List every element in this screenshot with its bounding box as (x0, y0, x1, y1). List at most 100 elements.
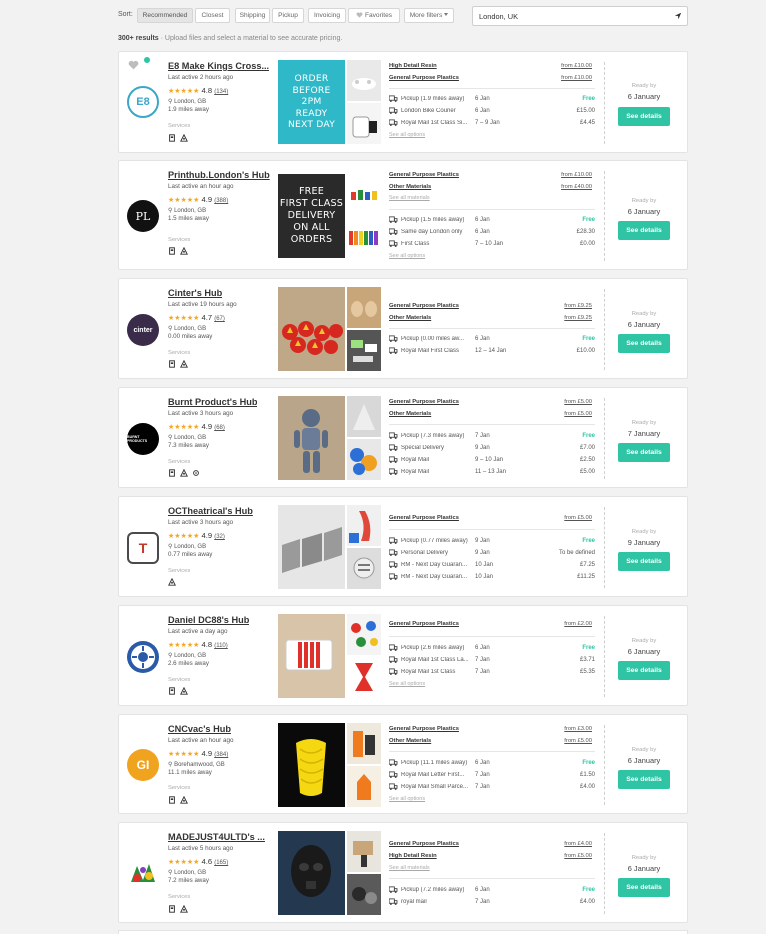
hub-photo-thumb[interactable] (347, 396, 381, 437)
hub-photo-thumb[interactable] (347, 723, 381, 764)
material-link[interactable]: High Detail Resin (389, 63, 437, 69)
more-filters-button[interactable]: More filters (404, 8, 454, 23)
material-link[interactable]: General Purpose Plastics (389, 303, 459, 309)
see-details-button[interactable]: See details (618, 221, 670, 240)
hub-name-link[interactable]: CNCvac's Hub (168, 724, 231, 734)
material-link[interactable]: General Purpose Plastics (389, 172, 459, 178)
material-link[interactable]: Other Materials (389, 411, 431, 417)
material-link[interactable]: General Purpose Plastics (389, 75, 459, 81)
hub-photo-thumb[interactable] (347, 614, 381, 655)
see-all-materials-link[interactable]: See all materials (389, 865, 430, 871)
see-details-button[interactable]: See details (618, 661, 670, 680)
see-details-button[interactable]: See details (618, 878, 670, 897)
hub-name-link[interactable]: Printhub.London's Hub (168, 170, 270, 180)
material-link[interactable]: General Purpose Plastics (389, 726, 459, 732)
ready-date: 6 January (627, 864, 661, 873)
hub-logo[interactable]: T (127, 532, 159, 564)
hub-photo-thumb[interactable] (347, 548, 381, 589)
material-link[interactable]: Other Materials (389, 738, 431, 744)
material-link[interactable]: General Purpose Plastics (389, 621, 459, 627)
see-details-button[interactable]: See details (618, 770, 670, 789)
more-filters-label: More filters (409, 12, 443, 19)
promo-line: DELIVERY (287, 209, 336, 221)
hub-logo[interactable]: PL (127, 200, 159, 232)
hub-photo-main[interactable] (278, 831, 345, 915)
see-all-materials-link[interactable]: See all materials (389, 195, 430, 201)
see-details-button[interactable]: See details (618, 443, 670, 462)
material-link[interactable]: High Detail Resin (389, 853, 437, 859)
hub-photo-main[interactable] (278, 614, 345, 698)
material-link[interactable]: General Purpose Plastics (389, 841, 459, 847)
assembly-icon (180, 247, 188, 255)
hub-photo-main[interactable]: ORDER BEFORE 2PM READY NEXT DAY (278, 60, 345, 144)
hub-photo-main[interactable] (278, 287, 345, 371)
ready-by-label: Ready by (631, 198, 657, 204)
hub-name-link[interactable]: MADEJUST4ULTD's ... (168, 832, 265, 842)
material-link[interactable]: Other Materials (389, 184, 431, 190)
hub-logo[interactable] (127, 641, 159, 673)
review-count-link[interactable]: (67) (214, 316, 225, 322)
sort-closest-button[interactable]: Closest (195, 8, 230, 23)
see-details-button[interactable]: See details (618, 334, 670, 353)
see-details-button[interactable]: See details (618, 552, 670, 571)
see-all-options-link[interactable]: See all options (389, 132, 425, 138)
see-all-options-link[interactable]: See all options (389, 681, 425, 687)
material-price: from £5.00 (564, 411, 592, 417)
review-count-link[interactable]: (388) (214, 198, 228, 204)
review-count-link[interactable]: (110) (214, 643, 228, 649)
hub-photo-thumb[interactable] (347, 766, 381, 807)
hub-photo-thumb[interactable] (347, 217, 381, 258)
assembly-icon (180, 796, 188, 804)
hub-name-link[interactable]: Cinter's Hub (168, 288, 222, 298)
review-count-link[interactable]: (165) (214, 860, 228, 866)
review-count-link[interactable]: (134) (214, 89, 228, 95)
shipping-date: 6 Jan (475, 96, 490, 102)
hub-photo-thumb[interactable] (347, 60, 381, 101)
filter-favorites-button[interactable]: Favorites (348, 8, 400, 23)
hub-photo-thumb[interactable] (347, 103, 381, 144)
favorite-heart-icon[interactable] (128, 60, 139, 70)
hub-logo[interactable]: BURNT PRODUCTS (127, 423, 159, 455)
hub-name-link[interactable]: E8 Make Kings Cross... (168, 61, 269, 71)
hub-logo[interactable] (127, 858, 159, 890)
hub-photo-main[interactable] (278, 505, 345, 589)
hub-last-active: Last active an hour ago (168, 183, 234, 190)
hub-name-link[interactable]: Burnt Product's Hub (168, 397, 257, 407)
hub-logo[interactable]: GI (127, 749, 159, 781)
hub-photo-thumb[interactable] (347, 657, 381, 698)
material-link[interactable]: Other Materials (389, 315, 431, 321)
hub-logo[interactable]: E8 (127, 86, 159, 118)
filter-pickup-button[interactable]: Pickup (272, 8, 304, 23)
service-icons (168, 360, 188, 368)
filter-invoicing-button[interactable]: Invoicing (308, 8, 346, 23)
hub-photo-thumb[interactable] (347, 874, 381, 915)
hub-photo-thumb[interactable] (347, 505, 381, 546)
hub-photo-main[interactable] (278, 396, 345, 480)
location-arrow-icon[interactable] (674, 12, 682, 20)
hub-logo[interactable]: cinter (127, 314, 159, 346)
sort-recommended-button[interactable]: Recommended (137, 8, 193, 23)
material-link[interactable]: General Purpose Plastics (389, 399, 459, 405)
material-link[interactable]: General Purpose Plastics (389, 515, 459, 521)
see-details-button[interactable]: See details (618, 107, 670, 126)
material-price: from £10.00 (561, 172, 592, 178)
hub-photo-thumb[interactable] (347, 831, 381, 872)
see-all-options-link[interactable]: See all options (389, 796, 425, 802)
review-count-link[interactable]: (32) (214, 534, 225, 540)
see-all-options-link[interactable]: See all options (389, 253, 425, 259)
review-count-link[interactable]: (68) (214, 425, 225, 431)
shipping-method: Pickup (7.3 miles away) (401, 433, 465, 439)
location-input[interactable] (472, 6, 688, 26)
shipping-row: Pickup (7.3 miles away) 7 Jan Free (389, 432, 595, 442)
hub-photo-main[interactable] (278, 723, 345, 807)
hub-photo-thumb[interactable] (347, 287, 381, 328)
hub-photo-thumb[interactable] (347, 174, 381, 215)
hub-photo-thumb[interactable] (347, 330, 381, 371)
hub-name-link[interactable]: OCTheatrical's Hub (168, 506, 253, 516)
hub-photo-thumb[interactable] (347, 439, 381, 480)
review-count-link[interactable]: (384) (214, 752, 228, 758)
hub-photo-main[interactable]: FREE FIRST CLASS DELIVERY ON ALL ORDERS (278, 174, 345, 258)
hub-name-link[interactable]: Daniel DC88's Hub (168, 615, 249, 625)
filter-shipping-button[interactable]: Shipping (235, 8, 270, 23)
hub-rating: ★★★★★ 4.8 (134) (168, 86, 228, 95)
